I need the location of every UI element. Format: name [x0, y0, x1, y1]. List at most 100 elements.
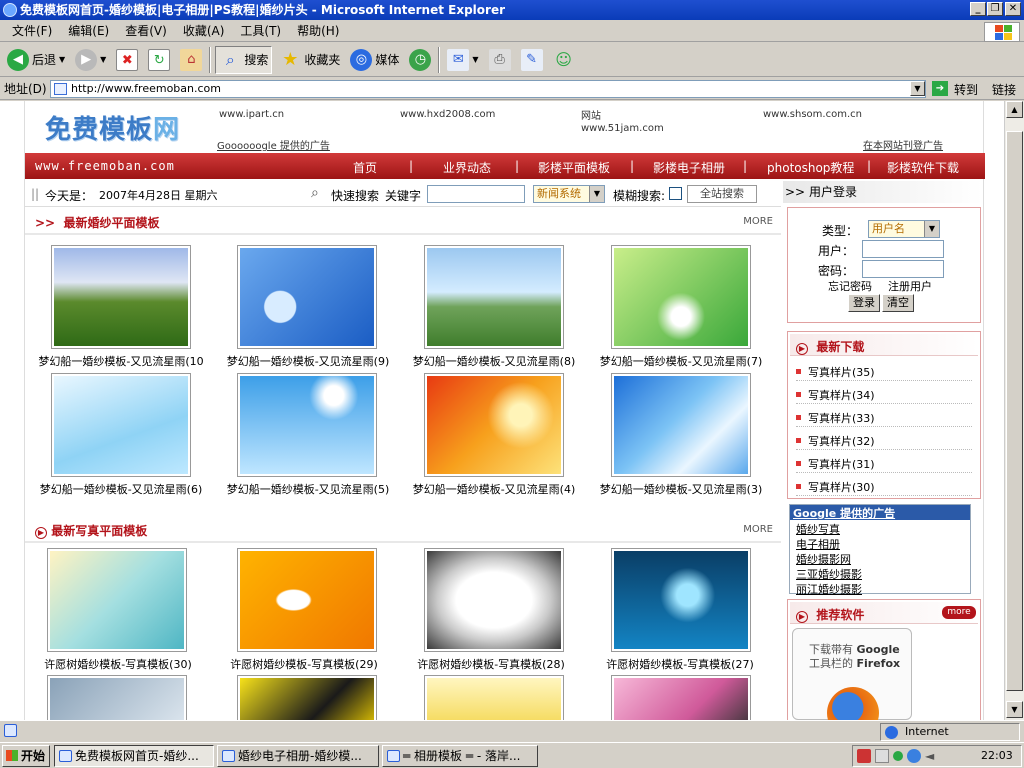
template-caption[interactable]: 梦幻船一婚纱模板-又见流星雨(9)	[215, 353, 401, 369]
firefox-ad[interactable]: 下载带有 Google 工具栏的 Firefox	[792, 628, 912, 720]
template-thumbnail[interactable]	[237, 675, 377, 720]
forward-button[interactable]: ▶ ▼	[72, 46, 109, 74]
site-search-button[interactable]: 全站搜索	[687, 185, 757, 203]
site-logo[interactable]: 免费模板网	[45, 109, 180, 146]
template-caption[interactable]: 许愿树婚纱模板-写真模板(30)	[25, 656, 211, 672]
ad-link-hxd[interactable]: www.hxd2008.com	[400, 109, 495, 120]
clear-button[interactable]: 清空	[882, 294, 914, 312]
google-ad-link[interactable]: 婚纱写真	[796, 521, 840, 537]
maximize-button[interactable]: ❐	[987, 2, 1003, 16]
taskbar-item-album[interactable]: 婚纱电子相册-婚纱模...	[217, 745, 379, 767]
advertise-link[interactable]: 在本网站刊登广告	[863, 137, 943, 152]
ad-link-ipart[interactable]: www.ipart.cn	[219, 109, 284, 120]
google-ad-link[interactable]: 婚纱摄影网	[796, 551, 851, 567]
google-ads-title[interactable]: Google 提供的广告	[790, 505, 970, 520]
keyword-input[interactable]	[427, 185, 525, 203]
download-item[interactable]: 写真样片(31)	[796, 456, 972, 473]
volume-icon[interactable]: ◄	[925, 749, 939, 763]
template-thumbnail[interactable]	[424, 373, 564, 477]
software-more-link[interactable]: more	[942, 606, 976, 619]
download-item[interactable]: 写真样片(34)	[796, 387, 972, 404]
close-button[interactable]: ✕	[1005, 2, 1021, 16]
tray-app-icon[interactable]	[857, 749, 871, 763]
template-caption[interactable]: 许愿树婚纱模板-写真模板(27)	[587, 656, 773, 672]
google-ad-link[interactable]: 三亚婚纱摄影	[796, 566, 862, 582]
minimize-button[interactable]: _	[970, 2, 986, 16]
menu-edit[interactable]: 编辑(E)	[60, 22, 117, 39]
template-thumbnail[interactable]	[424, 548, 564, 652]
download-item[interactable]: 写真样片(33)	[796, 410, 972, 427]
template-thumbnail[interactable]	[47, 548, 187, 652]
template-thumbnail[interactable]	[51, 245, 191, 349]
favorites-button[interactable]: ★ 收藏夹	[276, 46, 343, 74]
title-bar[interactable]: 免费模板网首页-婚纱模板|电子相册|PS教程|婚纱片头 - Microsoft …	[0, 0, 1024, 20]
scroll-down-arrow[interactable]: ▼	[1006, 701, 1023, 718]
fuzzy-search-checkbox[interactable]	[669, 187, 682, 200]
nav-home[interactable]: 首页	[353, 159, 377, 176]
template-caption[interactable]: 梦幻船一婚纱模板-又见流星雨(10	[28, 353, 214, 369]
template-caption[interactable]: 许愿树婚纱模板-写真模板(28)	[398, 656, 584, 672]
stop-button[interactable]: ✖	[113, 46, 141, 74]
go-button[interactable]: 转到	[954, 81, 978, 98]
template-thumbnail[interactable]	[611, 548, 751, 652]
template-thumbnail[interactable]	[611, 245, 751, 349]
template-thumbnail[interactable]	[237, 245, 377, 349]
search-button[interactable]: ⌕ 搜索	[215, 45, 273, 74]
edit-button[interactable]: ✎	[518, 46, 546, 74]
password-input[interactable]	[862, 260, 944, 278]
template-thumbnail[interactable]	[611, 373, 751, 477]
refresh-button[interactable]: ↻	[145, 46, 173, 74]
template-thumbnail[interactable]	[424, 245, 564, 349]
go-arrow-icon[interactable]: ➔	[932, 81, 948, 96]
template-thumbnail[interactable]	[237, 373, 377, 477]
nav-studio-albums[interactable]: 影楼电子相册	[653, 159, 725, 176]
nav-industry-news[interactable]: 业界动态	[443, 159, 491, 176]
menu-help[interactable]: 帮助(H)	[289, 22, 347, 39]
address-input[interactable]: http://www.freemoban.com	[50, 80, 926, 98]
download-item[interactable]: 写真样片(32)	[796, 433, 972, 450]
ad-link-site[interactable]: 网站	[581, 107, 601, 122]
category-select[interactable]: 新闻系统 ▼	[533, 185, 605, 203]
taskbar-item-freemoban[interactable]: 免费模板网首页-婚纱...	[54, 745, 214, 767]
media-button[interactable]: ◎ 媒体	[347, 46, 402, 74]
template-caption[interactable]: 许愿树婚纱模板-写真模板(29)	[211, 656, 397, 672]
template-thumbnail[interactable]	[47, 675, 187, 720]
tray-network-icon[interactable]	[907, 749, 921, 763]
template-caption[interactable]: 梦幻船一婚纱模板-又见流星雨(4)	[401, 481, 587, 497]
tray-pen-icon[interactable]	[875, 749, 889, 763]
more-link[interactable]: MORE	[743, 216, 773, 227]
scroll-up-arrow[interactable]: ▲	[1006, 101, 1023, 118]
ad-link-51jam[interactable]: www.51jam.com	[581, 123, 664, 134]
messenger-button[interactable]: ☺	[550, 46, 578, 74]
taskbar-item-template[interactable]: ═ 相册模板 ═ - 落岸...	[382, 745, 538, 767]
clock[interactable]: 22:03	[981, 746, 1013, 766]
google-ad-link[interactable]: 电子相册	[796, 536, 840, 552]
forgot-password-link[interactable]: 忘记密码	[828, 278, 872, 294]
tray-status-icon[interactable]	[893, 751, 903, 761]
download-item[interactable]: 写真样片(35)	[796, 364, 972, 381]
nav-software-download[interactable]: 影楼软件下载	[887, 159, 959, 176]
google-ad-label[interactable]: Goooooogle 提供的广告	[217, 137, 330, 152]
nav-studio-print-templates[interactable]: 影楼平面模板	[538, 159, 610, 176]
menu-file[interactable]: 文件(F)	[4, 22, 60, 39]
nav-photoshop-tutorials[interactable]: photoshop教程	[767, 159, 854, 176]
google-ad-link[interactable]: 丽江婚纱摄影	[796, 581, 862, 597]
back-button[interactable]: ◀ 后退 ▼	[4, 46, 68, 74]
menu-view[interactable]: 查看(V)	[117, 22, 175, 39]
home-button[interactable]: ⌂	[177, 46, 205, 74]
template-thumbnail[interactable]	[237, 548, 377, 652]
login-button[interactable]: 登录	[848, 294, 880, 312]
download-item[interactable]: 写真样片(30)	[796, 479, 972, 496]
username-input[interactable]	[862, 240, 944, 258]
history-button[interactable]: ◷	[406, 46, 434, 74]
address-dropdown[interactable]: ▼	[910, 81, 925, 96]
menu-tools[interactable]: 工具(T)	[232, 22, 289, 39]
template-thumbnail[interactable]	[424, 675, 564, 720]
vertical-scrollbar[interactable]: ▲ ▼	[1004, 101, 1024, 720]
ad-link-shsom[interactable]: www.shsom.com.cn	[763, 109, 862, 120]
mail-button[interactable]: ✉ ▼	[444, 46, 481, 74]
template-caption[interactable]: 梦幻船一婚纱模板-又见流星雨(3)	[588, 481, 774, 497]
menu-favorites[interactable]: 收藏(A)	[175, 22, 233, 39]
template-caption[interactable]: 梦幻船一婚纱模板-又见流星雨(6)	[28, 481, 214, 497]
template-caption[interactable]: 梦幻船一婚纱模板-又见流星雨(5)	[215, 481, 401, 497]
